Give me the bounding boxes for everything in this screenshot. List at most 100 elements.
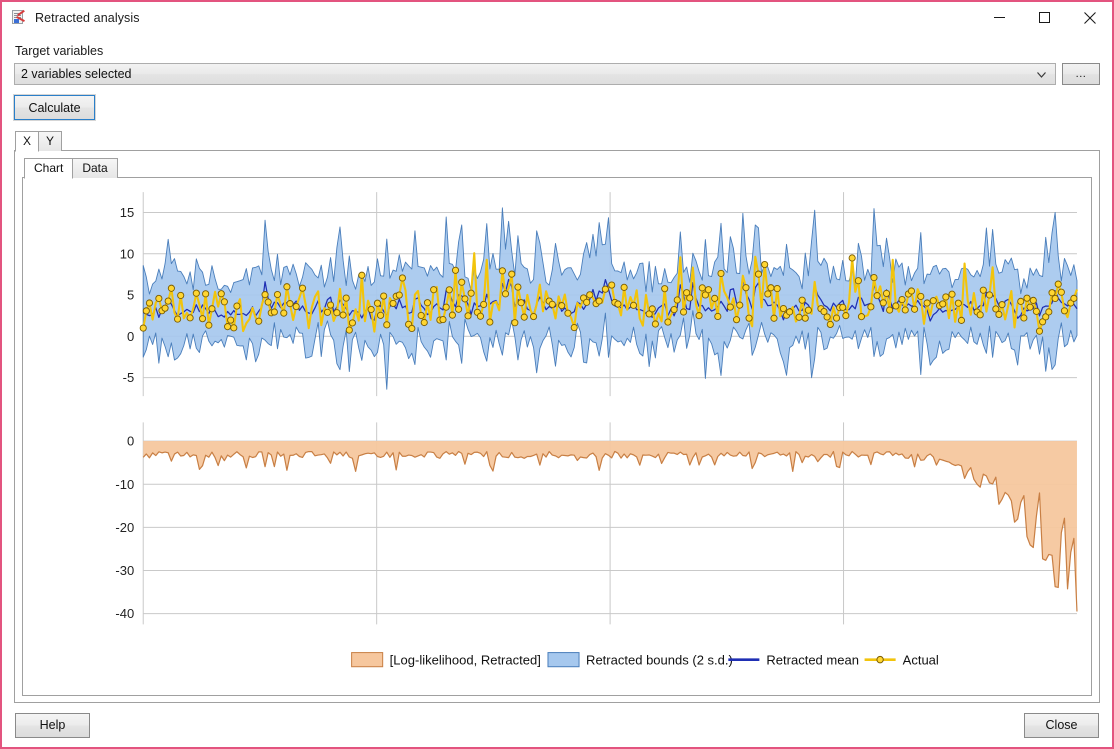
ytick-label: 0 xyxy=(127,329,134,344)
actual-marker xyxy=(274,291,280,297)
actual-marker xyxy=(521,314,527,320)
legend-item[interactable]: [Log-likelihood, Retracted] xyxy=(352,653,541,668)
actual-marker xyxy=(340,312,346,318)
inner-tab-panel: 151050-50-10-20-30-40[Log-likelihood, Re… xyxy=(22,177,1092,696)
actual-marker xyxy=(755,271,761,277)
actual-marker xyxy=(256,318,262,324)
legend-item[interactable]: Retracted bounds (2 s.d.) xyxy=(548,653,733,668)
legend-item[interactable]: Actual xyxy=(865,653,939,668)
close-dialog-button[interactable]: Close xyxy=(1024,713,1099,738)
tab-chart[interactable]: Chart xyxy=(24,158,73,179)
actual-marker xyxy=(652,321,658,327)
ytick-label: 10 xyxy=(120,246,134,261)
browse-variables-button[interactable]: ... xyxy=(1062,63,1100,85)
legend-marker xyxy=(877,656,883,662)
window-controls xyxy=(977,2,1112,33)
actual-marker xyxy=(827,321,833,327)
actual-marker xyxy=(468,290,474,296)
minimize-button[interactable] xyxy=(977,2,1022,33)
actual-marker xyxy=(602,286,608,292)
actual-marker xyxy=(1055,281,1061,287)
ytick-label: -5 xyxy=(123,370,135,385)
actual-marker xyxy=(431,287,437,293)
actual-marker xyxy=(871,274,877,280)
actual-marker xyxy=(168,285,174,291)
actual-marker xyxy=(949,291,955,297)
actual-marker xyxy=(271,309,277,315)
actual-marker xyxy=(359,272,365,278)
actual-marker xyxy=(512,320,518,326)
actual-marker xyxy=(174,316,180,322)
actual-marker xyxy=(559,303,565,309)
actual-marker xyxy=(799,297,805,303)
maximize-button[interactable] xyxy=(1022,2,1067,33)
ytick-label: 0 xyxy=(127,434,134,449)
actual-marker xyxy=(571,324,577,330)
actual-marker xyxy=(518,300,524,306)
ytick-label: -10 xyxy=(115,477,134,492)
legend-item[interactable]: Retracted mean xyxy=(728,653,859,668)
forecast-panel: 15 10 5 0 -5 xyxy=(120,192,1077,424)
actual-marker xyxy=(465,313,471,319)
actual-marker xyxy=(609,282,615,288)
actual-marker xyxy=(456,306,462,312)
target-variables-combobox[interactable]: 2 variables selected xyxy=(14,63,1056,85)
actual-marker xyxy=(1052,295,1058,301)
calculate-button[interactable]: Calculate xyxy=(14,95,95,120)
dialog-window: Retracted analysis Target variables 2 va… xyxy=(0,0,1114,749)
actual-marker xyxy=(440,316,446,322)
actual-marker xyxy=(1030,297,1036,303)
actual-marker xyxy=(671,306,677,312)
window-title: Retracted analysis xyxy=(35,11,140,25)
actual-marker xyxy=(596,298,602,304)
tab-x[interactable]: X xyxy=(15,131,39,152)
actual-marker xyxy=(281,310,287,316)
actual-marker xyxy=(203,291,209,297)
actual-marker xyxy=(224,324,230,330)
actual-marker xyxy=(824,314,830,320)
actual-marker xyxy=(462,296,468,302)
actual-marker xyxy=(584,299,590,305)
actual-marker xyxy=(284,284,290,290)
actual-marker xyxy=(880,300,886,306)
ytick-label: 5 xyxy=(127,288,134,303)
actual-marker xyxy=(1033,308,1039,314)
document-analysis-icon xyxy=(11,10,27,26)
tab-y[interactable]: Y xyxy=(38,131,62,151)
actual-marker xyxy=(833,315,839,321)
actual-marker xyxy=(996,311,1002,317)
actual-marker xyxy=(674,297,680,303)
actual-marker xyxy=(787,309,793,315)
actual-marker xyxy=(396,292,402,298)
actual-marker xyxy=(621,284,627,290)
actual-marker xyxy=(940,301,946,307)
actual-marker xyxy=(899,296,905,302)
actual-marker xyxy=(1021,315,1027,321)
close-button[interactable] xyxy=(1067,2,1112,33)
actual-marker xyxy=(762,261,768,267)
actual-marker xyxy=(1036,328,1042,334)
ytick-label: 15 xyxy=(120,205,134,220)
actual-marker xyxy=(649,306,655,312)
actual-marker xyxy=(452,267,458,273)
chevron-down-icon xyxy=(1037,67,1046,81)
outer-tab-panel: Chart Data 151050-50-10-20-30-40[Log-lik… xyxy=(14,150,1100,703)
actual-marker xyxy=(377,312,383,318)
ytick-label: -30 xyxy=(115,563,134,578)
actual-marker xyxy=(499,268,505,274)
actual-marker xyxy=(746,315,752,321)
actual-marker xyxy=(687,295,693,301)
actual-marker xyxy=(977,312,983,318)
actual-marker xyxy=(565,310,571,316)
actual-marker xyxy=(509,271,515,277)
help-button[interactable]: Help xyxy=(15,713,90,738)
actual-marker xyxy=(443,304,449,310)
actual-marker xyxy=(481,301,487,307)
actual-marker xyxy=(187,315,193,321)
actual-marker xyxy=(409,325,415,331)
actual-marker xyxy=(1024,295,1030,301)
actual-marker xyxy=(733,317,739,323)
actual-marker xyxy=(696,313,702,319)
tab-data[interactable]: Data xyxy=(72,158,117,178)
actual-marker xyxy=(999,301,1005,307)
